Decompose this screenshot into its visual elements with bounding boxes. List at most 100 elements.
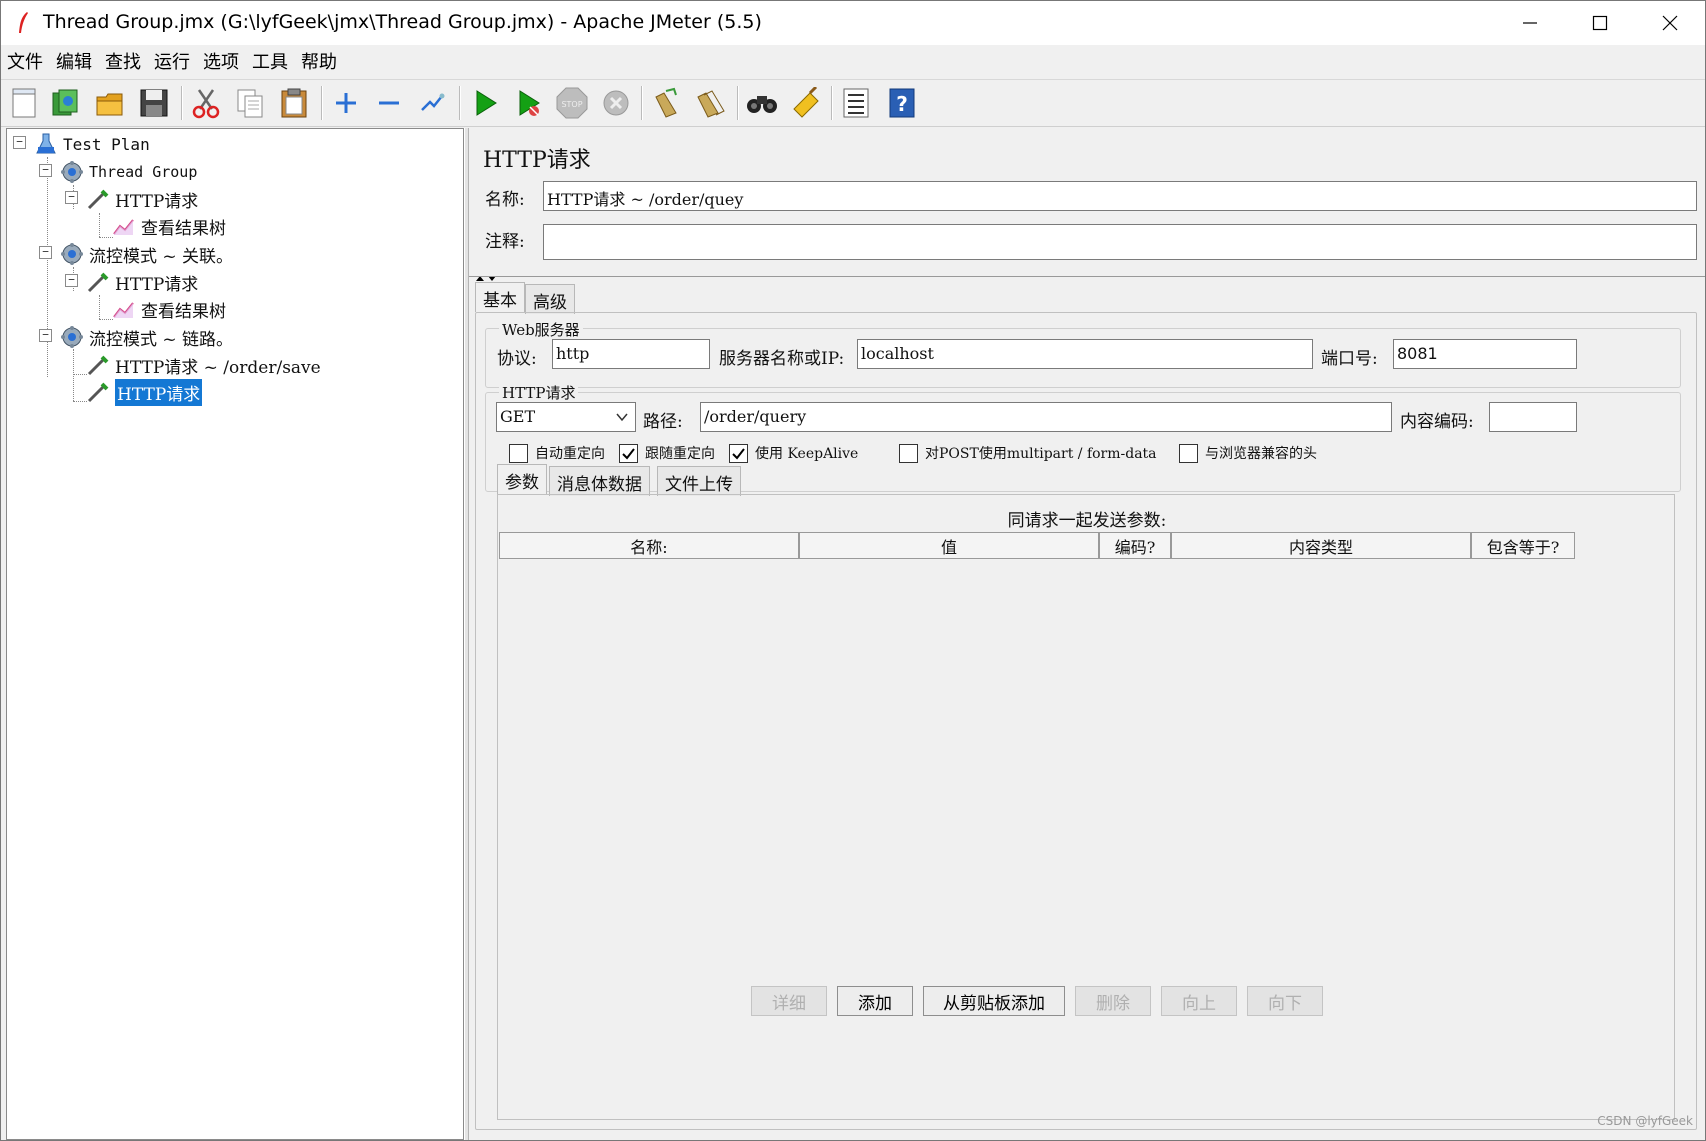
column-header-value[interactable]: 值 [799,532,1099,559]
expander-icon[interactable]: − [65,191,78,204]
delete-button[interactable]: 删除 [1075,986,1151,1016]
port-label: 端口号: [1321,349,1378,369]
tree-node-view-results-tree[interactable]: 查看结果树 [111,213,226,239]
browser-headers-checkbox[interactable]: 与浏览器兼容的头 [1179,442,1317,464]
expander-icon[interactable]: − [65,274,78,287]
start-icon[interactable] [466,84,504,122]
checkbox-box [729,443,748,463]
reset-search-icon[interactable] [787,84,825,122]
menu-search[interactable]: 查找 [105,48,141,74]
menu-edit[interactable]: 编辑 [56,48,92,74]
copy-icon[interactable] [231,84,269,122]
checkbox-label: 跟随重定向 [645,446,715,462]
comment-field[interactable] [543,224,1697,260]
menu-options[interactable]: 选项 [203,48,239,74]
minimize-icon[interactable] [1495,1,1565,45]
tree-node-http-request-selected[interactable]: HTTP请求 [85,378,203,406]
move-up-button[interactable]: 向上 [1161,986,1237,1016]
close-icon[interactable] [1635,1,1705,45]
column-header-encode[interactable]: 编码? [1099,532,1171,559]
multipart-checkbox[interactable]: 对POST使用multipart / form-data [899,442,1157,464]
column-header-include-equals[interactable]: 包含等于? [1471,532,1575,559]
tree-node-view-results-tree[interactable]: 查看结果树 [111,296,226,322]
listener-icon [111,296,137,322]
toggle-icon[interactable] [413,84,451,122]
checkbox-label: 使用 KeepAlive [755,446,859,462]
encoding-label: 内容编码: [1400,412,1474,432]
thread-group-icon [59,241,85,267]
templates-icon[interactable] [47,84,85,122]
add-from-clipboard-button[interactable]: 从剪贴板添加 [923,986,1065,1016]
menu-bar: 文件 编辑 查找 运行 选项 工具 帮助 [1,45,1705,77]
method-select[interactable]: GET [496,402,636,432]
tree-node-flow-control-association[interactable]: 流控模式 ~ 关联。 [59,241,233,267]
details-button[interactable]: 详细 [751,986,827,1016]
menu-file[interactable]: 文件 [7,48,43,74]
tree-node-thread-group[interactable]: Thread Group [59,159,197,185]
tab-file-upload[interactable]: 文件上传 [657,466,741,496]
tab-advanced[interactable]: 高级 [525,284,575,314]
tree-node-http-request[interactable]: HTTP请求 [85,269,198,295]
http-request-group-title: HTTP请求 [499,382,579,403]
keepalive-checkbox[interactable]: 使用 KeepAlive [729,442,858,464]
toolbar: STOP ? [1,79,1705,127]
start-no-pause-icon[interactable] [509,84,547,122]
shutdown-icon[interactable] [597,84,635,122]
port-field[interactable]: 8081 [1393,339,1577,369]
test-plan-tree[interactable]: − − − − − − Test Plan Thread Group HTTP请… [6,128,464,1140]
follow-redirects-checkbox[interactable]: 跟随重定向 [619,442,715,464]
tab-body-data[interactable]: 消息体数据 [549,466,650,496]
server-field[interactable]: localhost [857,339,1313,369]
column-header-content-type[interactable]: 内容类型 [1171,532,1471,559]
clear-icon[interactable] [647,84,685,122]
tree-node-flow-control-chain[interactable]: 流控模式 ~ 链路。 [59,324,233,350]
checkmark-icon [622,447,635,460]
thread-group-icon [59,159,85,185]
save-icon[interactable] [135,84,173,122]
collapse-icon[interactable] [370,84,408,122]
tree-node-http-request[interactable]: HTTP请求 [85,186,198,212]
tree-node-label: HTTP请求 [115,378,203,406]
add-button[interactable]: 添加 [837,986,913,1016]
tab-basic[interactable]: 基本 [475,282,525,312]
encoding-field[interactable] [1489,402,1577,432]
cut-icon[interactable] [187,84,225,122]
menu-tools[interactable]: 工具 [252,48,288,74]
expander-icon[interactable]: − [13,136,26,149]
tree-node-label: 流控模式 ~ 关联。 [89,246,234,267]
move-down-button[interactable]: 向下 [1247,986,1323,1016]
parameters-table-body[interactable] [499,559,1575,999]
clear-all-icon[interactable] [691,84,729,122]
tab-parameters[interactable]: 参数 [497,464,547,494]
menu-help[interactable]: 帮助 [301,48,337,74]
path-field[interactable]: /order/query [700,402,1392,432]
stop-icon[interactable]: STOP [553,84,591,122]
expander-icon[interactable]: − [39,329,52,342]
http-request-editor: HTTP请求 名称: HTTP请求 ~ /order/quey 注释: 基本 高… [469,128,1705,1140]
tree-node-label: HTTP请求 ~ /order/save [115,357,321,378]
expander-icon[interactable]: − [39,164,52,177]
name-field[interactable]: HTTP请求 ~ /order/quey [543,181,1697,211]
protocol-field[interactable]: http [552,339,710,369]
expander-icon[interactable]: − [39,246,52,259]
tree-node-label: HTTP请求 [115,191,199,212]
expand-icon[interactable] [327,84,365,122]
auto-redirect-checkbox[interactable]: 自动重定向 [509,442,605,464]
function-helper-icon[interactable] [837,84,875,122]
paste-icon[interactable] [275,84,313,122]
new-icon[interactable] [5,84,43,122]
tree-node-test-plan[interactable]: Test Plan [33,131,150,157]
web-server-group-title: Web服务器 [499,319,583,340]
checkbox-label: 自动重定向 [535,446,605,462]
chevron-down-icon [615,409,629,428]
help-icon[interactable]: ? [883,84,921,122]
open-icon[interactable] [91,84,129,122]
svg-text:STOP: STOP [561,100,582,109]
tree-node-http-request-save[interactable]: HTTP请求 ~ /order/save [85,352,321,378]
server-label: 服务器名称或IP: [719,349,845,369]
search-icon[interactable] [743,84,781,122]
tree-node-label: 查看结果树 [141,218,226,239]
maximize-icon[interactable] [1565,1,1635,45]
menu-run[interactable]: 运行 [154,48,190,74]
column-header-name[interactable]: 名称: [499,532,799,559]
